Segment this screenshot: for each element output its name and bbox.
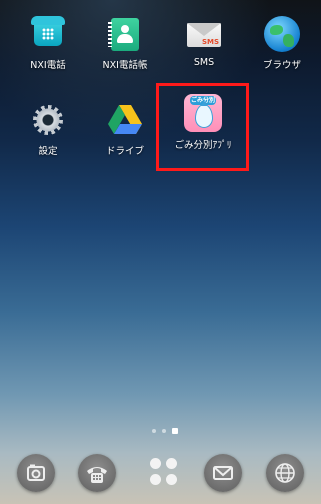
app-label: 設定 <box>38 146 58 157</box>
app-browser[interactable]: ブラウザ <box>247 14 317 71</box>
highlight-box <box>156 83 249 171</box>
app-label: SMS <box>193 57 215 68</box>
app-settings[interactable]: 設定 <box>13 100 83 157</box>
app-drive[interactable]: ドライブ <box>90 100 160 157</box>
app-nxi-contacts[interactable]: NXI電話帳 <box>90 14 160 71</box>
app-label: NXI電話 <box>30 60 66 71</box>
gear-icon <box>28 100 68 140</box>
page-indicator <box>148 426 188 436</box>
sms-icon-text: SMS <box>201 38 219 46</box>
app-nxi-phone[interactable]: NXI電話 <box>13 14 83 71</box>
app-drawer-dot <box>150 458 161 469</box>
dock-camera-button[interactable] <box>17 454 55 492</box>
browser-globe-icon <box>275 463 295 483</box>
app-drawer-dot <box>166 458 177 469</box>
page-dot <box>152 429 156 433</box>
app-label: NXI電話帳 <box>102 60 148 71</box>
phone-icon <box>28 14 68 54</box>
mail-icon <box>213 466 233 480</box>
dock-phone-button[interactable] <box>78 454 116 492</box>
app-label: ドライブ <box>105 146 144 157</box>
app-label: ブラウザ <box>262 60 301 71</box>
drive-icon <box>105 100 145 140</box>
sms-envelope-icon: SMS <box>184 14 224 54</box>
dock-app-drawer-button[interactable] <box>148 456 182 490</box>
app-drawer-dot <box>150 474 161 485</box>
phone-dial-icon <box>87 467 107 483</box>
page-dot <box>162 429 166 433</box>
globe-icon <box>262 14 302 54</box>
dock-mail-button[interactable] <box>204 454 242 492</box>
dock-browser-button[interactable] <box>266 454 304 492</box>
app-drawer-dot <box>166 474 177 485</box>
contacts-icon <box>105 14 145 54</box>
app-sms[interactable]: SMS SMS <box>169 14 239 68</box>
camera-icon <box>27 464 45 481</box>
page-dot-active <box>172 428 178 434</box>
